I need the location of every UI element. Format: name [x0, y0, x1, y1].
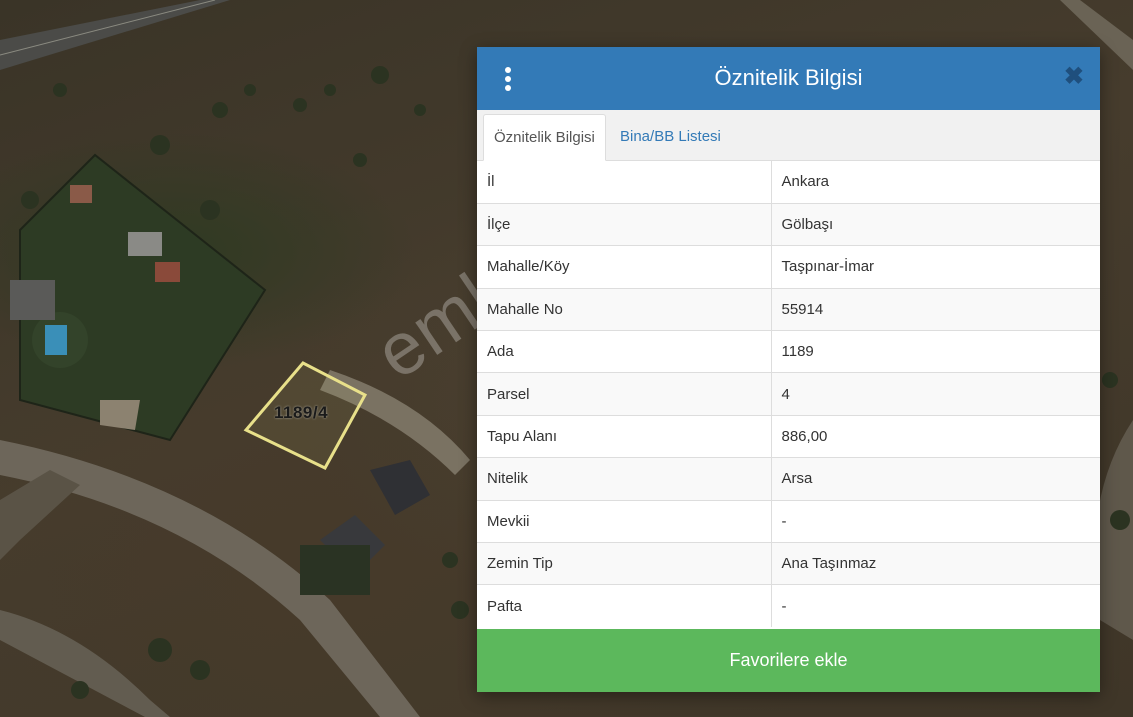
attribute-value: Ana Taşınmaz [771, 542, 1100, 585]
attribute-key: Tapu Alanı [477, 414, 772, 458]
attribute-key: Parsel [477, 372, 772, 416]
table-row: Ada 1189 [477, 330, 1100, 373]
attribute-value: Arsa [771, 457, 1100, 501]
dialog-title: Öznitelik Bilgisi [714, 65, 863, 90]
attribute-info-dialog: Öznitelik Bilgisi ✖ Öznitelik Bilgisi Bi… [477, 47, 1100, 692]
table-row: İlçe Gölbaşı [477, 202, 1100, 246]
attribute-key: Pafta [477, 584, 772, 628]
attribute-key: Mahalle No [477, 287, 772, 331]
tab-bar: Öznitelik Bilgisi Bina/BB Listesi [477, 110, 1100, 161]
attribute-key: Mahalle/Köy [477, 245, 772, 289]
attribute-value: 4 [771, 372, 1100, 416]
attribute-key: İlçe [477, 202, 772, 246]
close-icon[interactable]: ✖ [1064, 65, 1084, 89]
table-row: Parsel 4 [477, 372, 1100, 416]
attribute-value: - [771, 499, 1100, 543]
tab-attribute-info[interactable]: Öznitelik Bilgisi [483, 114, 606, 161]
table-row: İl Ankara [477, 161, 1100, 204]
table-row: Pafta - [477, 584, 1100, 628]
attribute-value: - [771, 584, 1100, 628]
attribute-value: Taşpınar-İmar [771, 245, 1100, 289]
attribute-table: İl Ankara İlçe Gölbaşı Mahalle/Köy Taşpınar-İ… [477, 161, 1100, 628]
attribute-value: 55914 [771, 287, 1100, 331]
attribute-key: Ada [477, 330, 772, 373]
attribute-value: 1189 [771, 330, 1100, 373]
table-row: Mahalle/Köy Taşpınar-İmar [477, 245, 1100, 289]
attribute-key: Zemin Tip [477, 542, 772, 585]
attribute-key: Nitelik [477, 457, 772, 501]
attribute-key: İl [477, 161, 772, 204]
table-row: Zemin Tip Ana Taşınmaz [477, 542, 1100, 585]
parcel-label: 1189/4 [274, 403, 329, 422]
attribute-value: 886,00 [771, 414, 1100, 458]
table-row: Tapu Alanı 886,00 [477, 414, 1100, 458]
attribute-value: Gölbaşı [771, 202, 1100, 246]
attribute-value: Ankara [781, 173, 830, 191]
table-row: Mahalle No 55914 [477, 287, 1100, 331]
attribute-key: Mevkii [477, 499, 772, 543]
table-row: Nitelik Arsa [477, 457, 1100, 501]
table-row: Mevkii - [477, 499, 1100, 543]
dialog-header: Öznitelik Bilgisi ✖ [477, 47, 1100, 110]
add-to-favorites-button[interactable]: Favorilere ekle [477, 629, 1100, 692]
tab-building-list[interactable]: Bina/BB Listesi [610, 114, 731, 161]
